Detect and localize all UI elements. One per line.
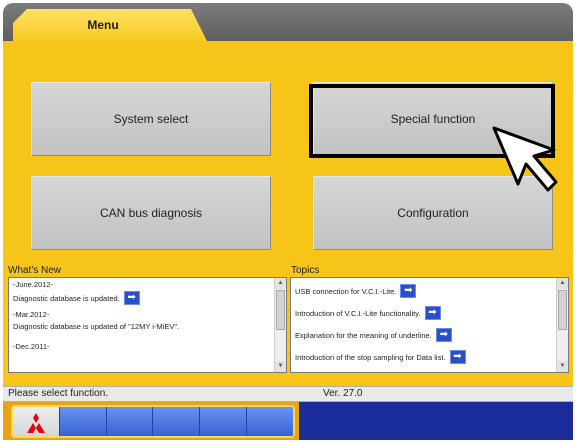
topics-list[interactable]: USB connection for V.C.I.-Lite. Introduc… xyxy=(290,277,569,373)
topics-scrollbar[interactable]: ▲ ▼ xyxy=(556,278,568,372)
scroll-down-icon[interactable]: ▼ xyxy=(557,361,568,372)
news-line: Diagnostic database is updated of "12MY … xyxy=(13,322,180,331)
function-key-bar xyxy=(11,405,295,438)
status-message: Please select function. xyxy=(8,388,109,399)
topic-item[interactable]: Explanation for the meaning of underline… xyxy=(295,326,554,344)
toolbar-fill xyxy=(299,402,573,440)
whats-new-title: What's New xyxy=(8,265,62,276)
version-label: Ver. 27.0 xyxy=(323,388,363,399)
news-scrollbar[interactable]: ▲ ▼ xyxy=(274,278,286,372)
topic-label: Explanation for the meaning of underline… xyxy=(295,330,432,340)
three-diamonds-logo xyxy=(27,413,45,433)
whats-new-list[interactable]: -June.2012- Diagnostic database is updat… xyxy=(8,277,287,373)
home-button[interactable] xyxy=(13,407,60,436)
function-key[interactable] xyxy=(106,407,154,436)
topic-item[interactable]: USB connection for V.C.I.-Lite. xyxy=(295,282,554,300)
topic-item[interactable]: Introduction of the stop sampling for Da… xyxy=(295,348,554,366)
can-bus-diagnosis-button[interactable]: CAN bus diagnosis xyxy=(31,176,271,250)
bottom-toolbar xyxy=(3,402,573,440)
topic-item[interactable]: Introduction of V.C.I.-Lite functionalit… xyxy=(295,304,554,322)
title-bar: Menu xyxy=(3,3,573,45)
right-arrow-icon[interactable] xyxy=(449,350,466,364)
topics-title: Topics xyxy=(291,265,320,276)
right-arrow-icon[interactable] xyxy=(424,306,441,320)
topic-label: USB connection for V.C.I.-Lite. xyxy=(295,286,397,296)
news-line: Diagnostic database is updated. xyxy=(13,293,120,303)
news-line: -Dec.2011- xyxy=(13,342,50,351)
system-select-button[interactable]: System select xyxy=(31,82,271,156)
right-arrow-icon[interactable] xyxy=(435,328,452,342)
tab-menu-label: Menu xyxy=(87,18,119,32)
topic-label: Introduction of the stop sampling for Da… xyxy=(295,352,446,362)
scroll-up-icon[interactable]: ▲ xyxy=(557,278,568,289)
function-key[interactable] xyxy=(59,407,107,436)
pointer-cursor-icon xyxy=(492,126,558,192)
scroll-thumb[interactable] xyxy=(276,290,285,330)
right-arrow-icon[interactable] xyxy=(123,291,140,305)
scroll-down-icon[interactable]: ▼ xyxy=(275,361,286,372)
news-line: -June.2012- xyxy=(13,280,54,289)
function-key[interactable] xyxy=(247,407,293,436)
right-arrow-icon[interactable] xyxy=(400,284,417,298)
topic-label: Introduction of V.C.I.-Lite functionalit… xyxy=(295,308,421,318)
function-key[interactable] xyxy=(200,407,248,436)
scroll-thumb[interactable] xyxy=(558,290,567,330)
status-bar: Please select function. Ver. 27.0 xyxy=(3,386,573,402)
scroll-up-icon[interactable]: ▲ xyxy=(275,278,286,289)
function-key[interactable] xyxy=(153,407,201,436)
app-window: Menu System select Special function CAN … xyxy=(0,0,576,443)
news-line: -Mar.2012- xyxy=(13,310,50,319)
